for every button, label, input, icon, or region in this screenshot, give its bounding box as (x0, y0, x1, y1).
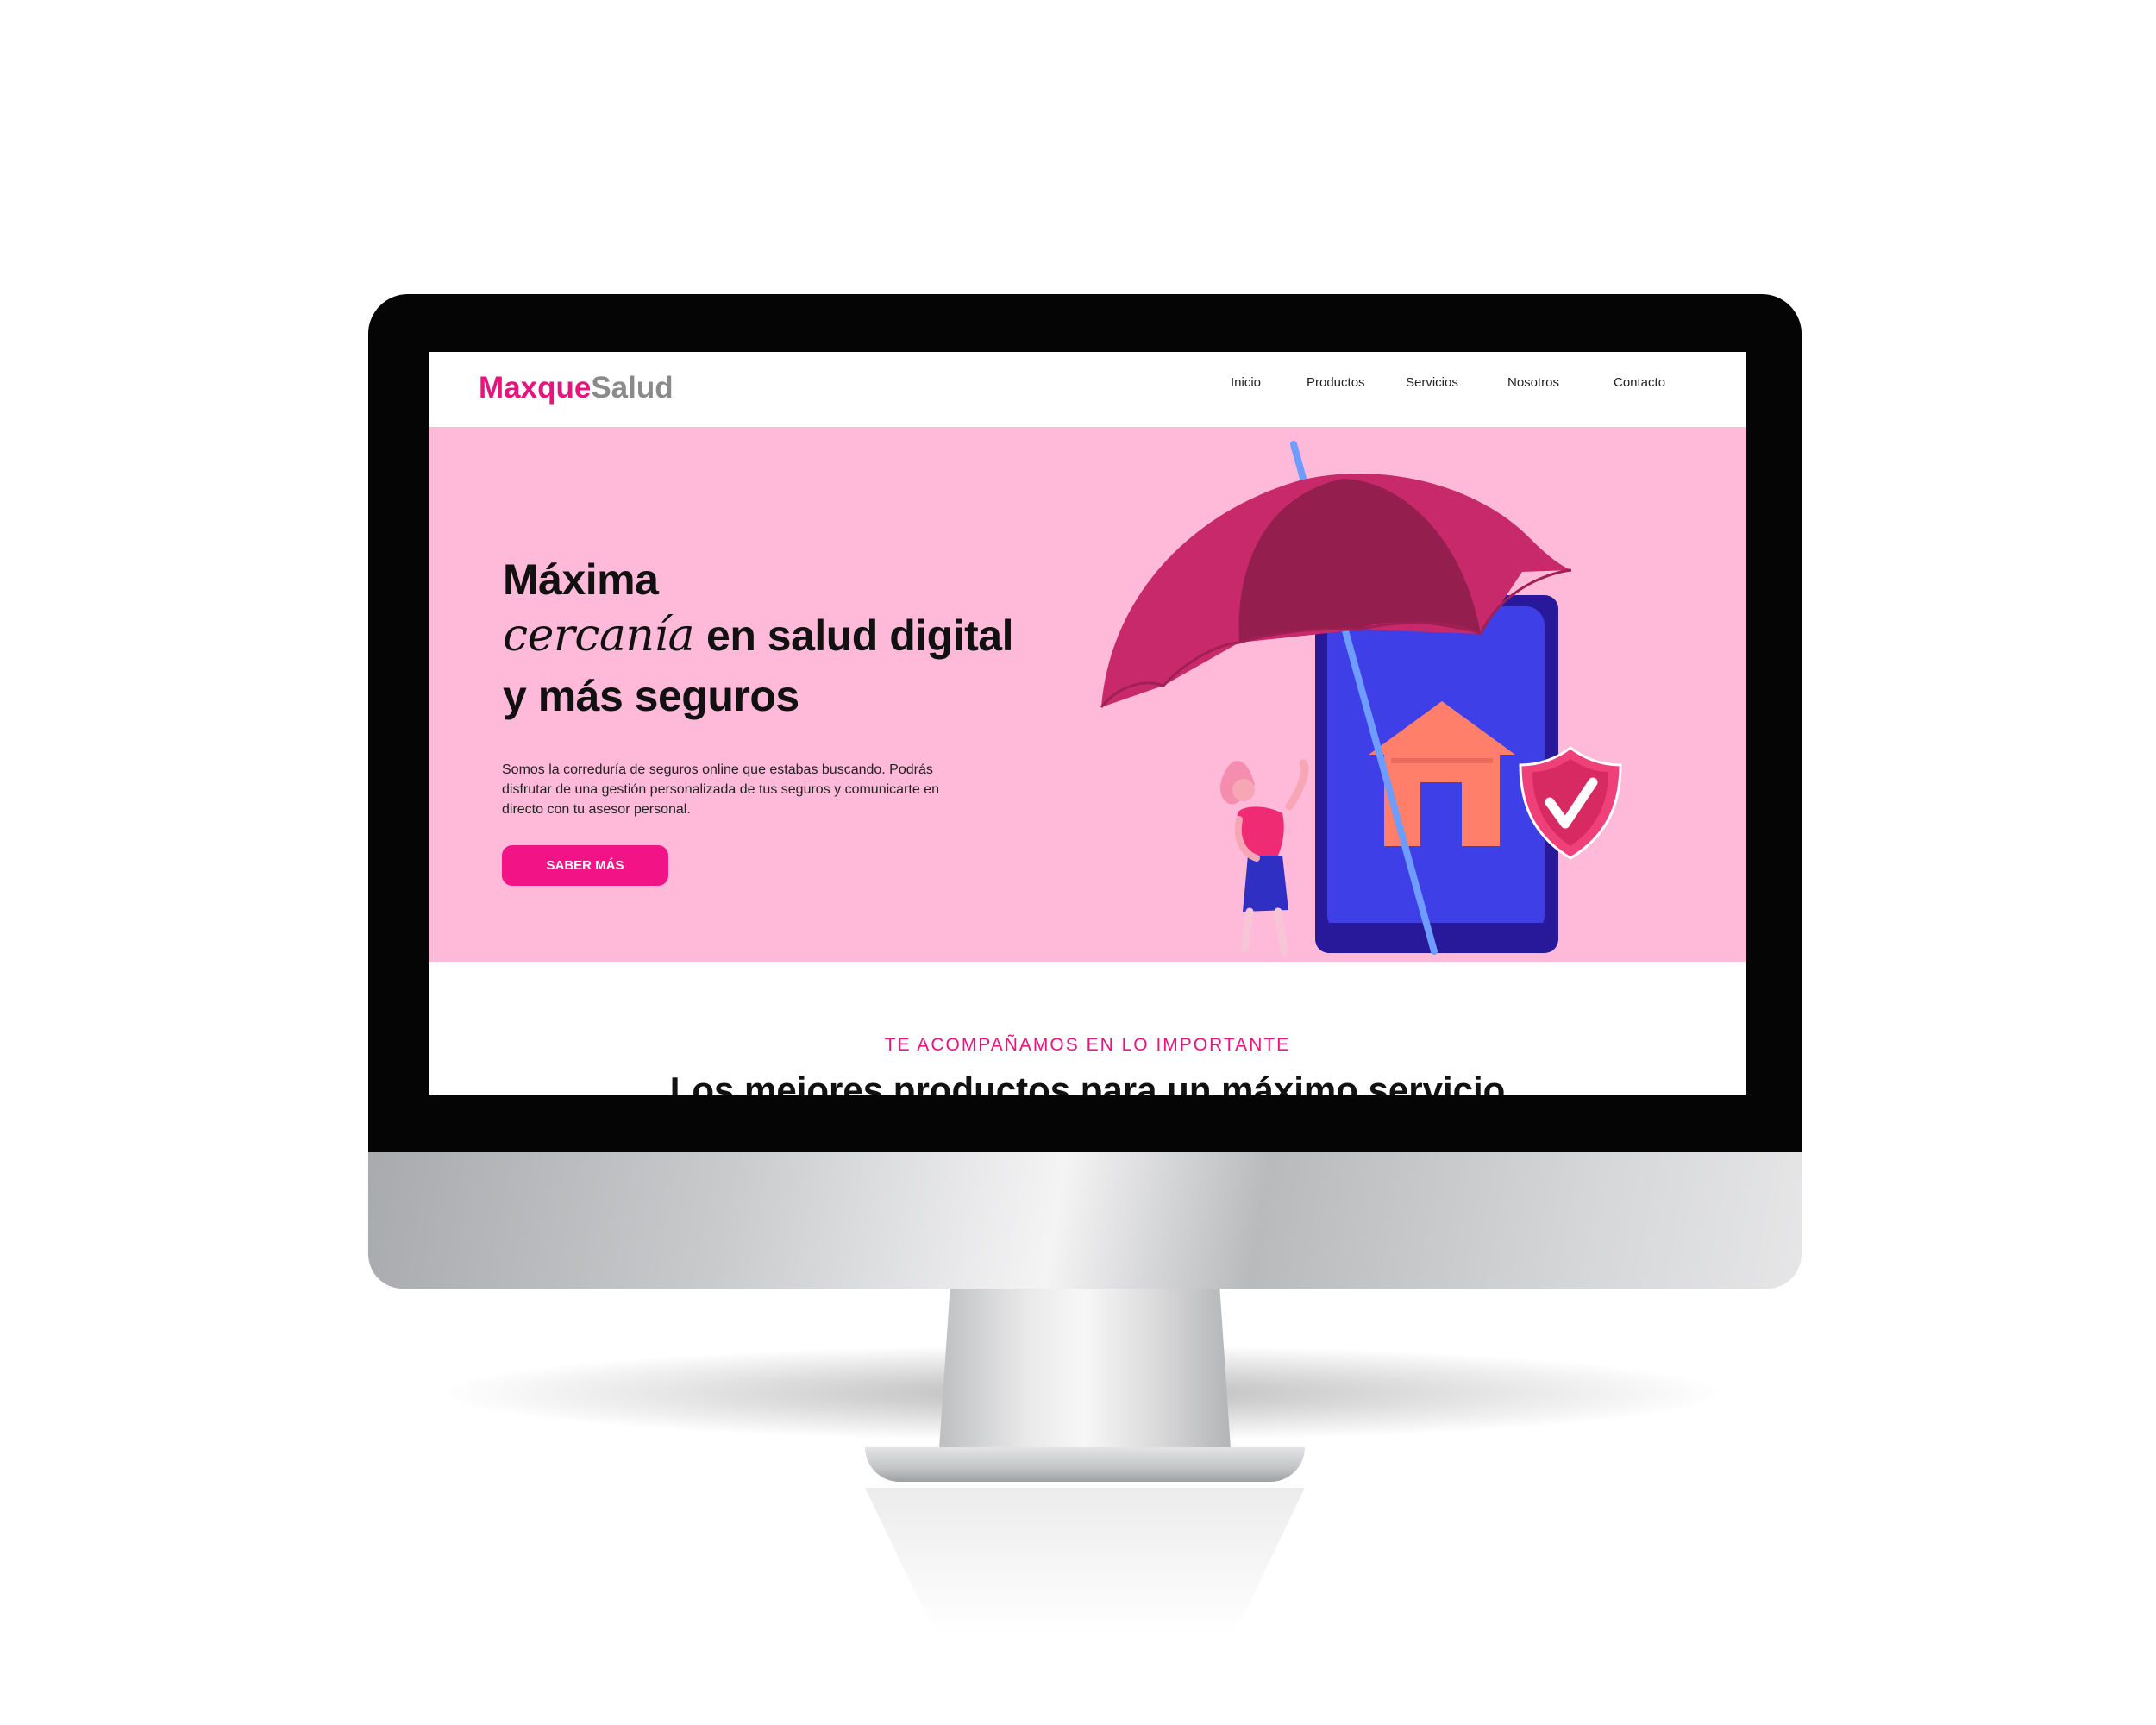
hero-illustration (1100, 441, 1622, 956)
logo-primary-text: Maxque (479, 371, 592, 405)
nav-item-inicio[interactable]: Inicio (1231, 375, 1261, 390)
monitor-stand-base (865, 1447, 1305, 1482)
logo-secondary-text: Salud (591, 371, 674, 405)
site-logo[interactable]: MaxqueSalud (479, 371, 674, 405)
nav-item-servicios[interactable]: Servicios (1406, 375, 1458, 390)
section-title: Los mejores productos para un máximo ser… (669, 1070, 1506, 1095)
nav-item-nosotros[interactable]: Nosotros (1507, 375, 1559, 390)
hero-section: Máxima cercanía en salud digital y más se… (429, 427, 1746, 962)
stand-reflection (865, 1488, 1305, 1634)
top-navbar: MaxqueSalud Inicio Productos Servicios N… (429, 352, 1746, 427)
nav-item-productos[interactable]: Productos (1307, 375, 1365, 390)
monitor-screen: MaxqueSalud Inicio Productos Servicios N… (429, 352, 1746, 1095)
monitor-stand (938, 1289, 1232, 1461)
nav-item-contacto[interactable]: Contacto (1614, 375, 1665, 390)
monitor-chin (368, 1152, 1802, 1289)
section-eyebrow: TE ACOMPAÑAMOS EN LO IMPORTANTE (884, 1035, 1291, 1055)
woman-illustration (1219, 759, 1309, 956)
